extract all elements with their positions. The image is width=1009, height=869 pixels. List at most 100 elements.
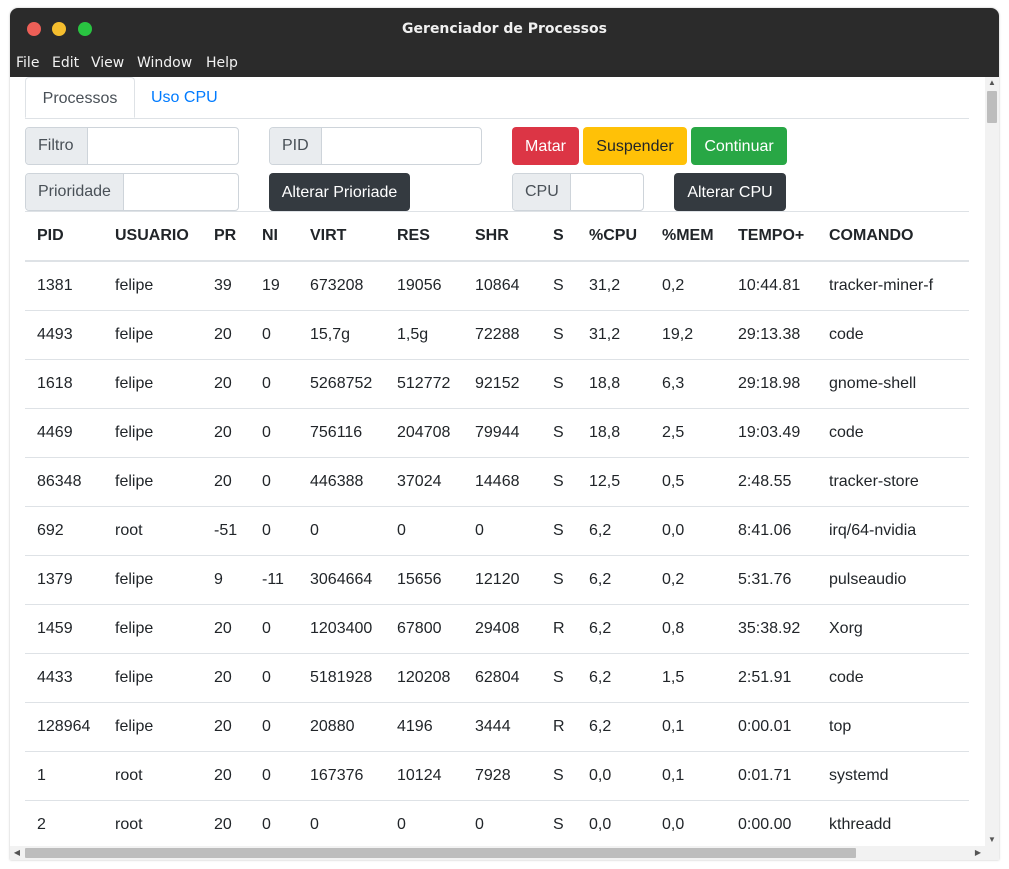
table-row[interactable]: 692 root -51 0 0 0 0 S 6,2 0,0 8:41.06 irq/64-nvidi… (25, 507, 969, 556)
column-header[interactable]: COMANDO (829, 212, 913, 260)
table-row[interactable]: 1 root 20 0 167376 10124 7928 S 0,0 0,1 0:01.71 sys… (25, 752, 969, 801)
table-cell: 12120 (475, 571, 520, 588)
table-cell: 0 (262, 669, 271, 686)
table-cell: 29:13.38 (738, 326, 801, 343)
table-cell: root (115, 522, 143, 539)
alterar-cpu-button[interactable]: Alterar CPU (674, 173, 786, 211)
column-header[interactable]: RES (397, 212, 430, 260)
scroll-up-icon[interactable]: ▲ (985, 77, 999, 89)
table-cell: S (553, 326, 564, 343)
table-cell: felipe (115, 669, 154, 686)
scroll-left-icon[interactable]: ◀ (10, 846, 24, 860)
table-cell: felipe (115, 326, 154, 343)
table-cell: 5:31.76 (738, 571, 792, 588)
table-row[interactable]: 1379 felipe 9 -11 3064664 15656 12120 S 6,2 0,2 5:… (25, 556, 969, 605)
table-row[interactable]: 2 root 20 0 0 0 0 S 0,0 0,0 0:00.00 kthreadd (25, 801, 969, 850)
tab-uso-cpu[interactable]: Uso CPU (151, 77, 218, 118)
table-cell: 39 (214, 277, 232, 294)
table-cell: 0 (475, 816, 484, 833)
cpu-input[interactable] (571, 174, 643, 210)
column-header[interactable]: %MEM (662, 212, 714, 260)
column-header[interactable]: S (553, 212, 564, 260)
column-header[interactable]: PR (214, 212, 236, 260)
table-cell: felipe (115, 375, 154, 392)
table-cell: irq/64-nvidia (829, 522, 917, 539)
filtro-input-group: Filtro (25, 127, 239, 165)
table-cell: tracker-miner-f (829, 277, 934, 294)
table-row[interactable]: 86348 felipe 20 0 446388 37024 14468 S 12,5 0,5 2:… (25, 458, 969, 507)
table-cell: S (553, 767, 564, 784)
column-header[interactable]: %CPU (589, 212, 637, 260)
table-cell: 4433 (37, 669, 73, 686)
table-cell: 19 (262, 277, 280, 294)
table-row[interactable]: 4433 felipe 20 0 5181928 120208 62804 S 6,2 1,5 2:… (25, 654, 969, 703)
table-cell: 79944 (475, 424, 520, 441)
continuar-button[interactable]: Continuar (691, 127, 787, 165)
matar-button[interactable]: Matar (512, 127, 579, 165)
alterar-prioridade-button[interactable]: Alterar Prioriade (269, 173, 410, 211)
app-window: Gerenciador de Processos File Edit View … (10, 8, 999, 860)
table-cell: 0,0 (589, 767, 612, 784)
table-cell: 19:03.49 (738, 424, 801, 441)
table-cell: 0 (262, 473, 271, 490)
scroll-down-icon[interactable]: ▼ (985, 834, 999, 846)
table-cell: 20 (214, 669, 232, 686)
vertical-scrollbar[interactable]: ▲ ▼ (985, 77, 999, 846)
table-cell: 10:44.81 (738, 277, 801, 294)
table-cell: 3064664 (310, 571, 373, 588)
table-cell: 0 (262, 620, 271, 637)
table-cell: 0 (262, 375, 271, 392)
main-content: Processos Uso CPU Filtro PID Matar Suspe… (10, 77, 999, 860)
table-row[interactable]: 4469 felipe 20 0 756116 204708 79944 S 18,8 2,5 19… (25, 409, 969, 458)
vertical-scroll-thumb[interactable] (987, 91, 997, 123)
column-header[interactable]: TEMPO+ (738, 212, 804, 260)
scroll-right-icon[interactable]: ▶ (971, 846, 985, 860)
table-cell: felipe (115, 718, 154, 735)
table-cell: S (553, 816, 564, 833)
table-cell: 15656 (397, 571, 442, 588)
table-cell: 692 (37, 522, 64, 539)
table-row[interactable]: 128964 felipe 20 0 20880 4196 3444 R 6,2 0,1 0:00.… (25, 703, 969, 752)
table-row[interactable]: 1459 felipe 20 0 1203400 67800 29408 R 6,2 0,8 35:… (25, 605, 969, 654)
pid-input[interactable] (322, 128, 481, 164)
table-row[interactable]: 1618 felipe 20 0 5268752 512772 92152 S 18,8 6,3 2… (25, 360, 969, 409)
table-row[interactable]: 4493 felipe 20 0 15,7g 1,5g 72288 S 31,2 19,2 29:1… (25, 311, 969, 360)
column-header[interactable]: SHR (475, 212, 509, 260)
column-header[interactable]: NI (262, 212, 278, 260)
table-cell: 37024 (397, 473, 442, 490)
column-header[interactable]: USUARIO (115, 212, 189, 260)
table-cell: 0,1 (662, 767, 685, 784)
table-cell: 18,8 (589, 424, 621, 441)
table-cell: 12,5 (589, 473, 621, 490)
table-cell: 6,2 (589, 718, 612, 735)
menu-window[interactable]: Window (137, 55, 192, 71)
horizontal-scroll-thumb[interactable] (25, 848, 856, 858)
tab-processos[interactable]: Processos (25, 77, 135, 118)
table-cell: S (553, 473, 564, 490)
table-cell: 10864 (475, 277, 520, 294)
prioridade-input-group: Prioridade (25, 173, 239, 211)
table-cell: 1 (37, 767, 46, 784)
table-cell: 0 (262, 816, 271, 833)
prioridade-input[interactable] (124, 174, 238, 210)
filtro-input[interactable] (88, 128, 238, 164)
table-cell: 0,0 (589, 816, 612, 833)
horizontal-scrollbar[interactable]: ◀ ▶ (10, 846, 999, 860)
table-cell: 20880 (310, 718, 355, 735)
table-cell: 0,0 (662, 522, 685, 539)
table-cell: 0 (310, 816, 319, 833)
table-cell: 18,8 (589, 375, 621, 392)
table-cell: Xorg (829, 620, 863, 637)
menu-help[interactable]: Help (206, 55, 238, 71)
column-header[interactable]: PID (37, 212, 64, 260)
table-cell: 14468 (475, 473, 520, 490)
table-cell: 20 (214, 767, 232, 784)
table-row[interactable]: 1381 felipe 39 19 673208 19056 10864 S 31,2 0,2 10… (25, 262, 969, 311)
menu-view[interactable]: View (91, 55, 124, 71)
column-header[interactable]: VIRT (310, 212, 346, 260)
table-cell: 72288 (475, 326, 520, 343)
suspender-button[interactable]: Suspender (583, 127, 687, 165)
tab-bar: Processos Uso CPU (25, 77, 969, 119)
menu-edit[interactable]: Edit (52, 55, 79, 71)
menu-file[interactable]: File (16, 55, 39, 71)
